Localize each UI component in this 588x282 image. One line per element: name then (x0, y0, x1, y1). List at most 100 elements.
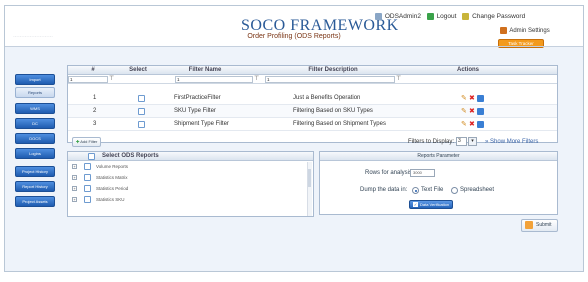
copy-icon[interactable] (477, 108, 484, 115)
expand-icon: » (485, 139, 489, 145)
delete-icon[interactable]: ✖ (469, 121, 475, 128)
row-filter-name: Shipment Type Filter (174, 121, 229, 127)
report-label: Statistics Period (96, 186, 129, 191)
report-checkbox[interactable] (84, 163, 91, 170)
delete-icon[interactable]: ✖ (469, 95, 475, 102)
filter-name-input[interactable]: 1 (175, 76, 253, 83)
sidebar-item-project-history[interactable]: Project History (15, 166, 55, 177)
filter-icon[interactable]: ⊤ (396, 75, 401, 82)
row-number: 3 (93, 121, 97, 127)
delete-icon[interactable]: ✖ (469, 108, 475, 115)
report-checkbox[interactable] (84, 174, 91, 181)
row-select-checkbox[interactable] (138, 108, 145, 115)
expand-toggle-icon[interactable]: + (72, 164, 77, 169)
rows-for-analysis-label: Rows for analysis: (365, 170, 414, 176)
table-row[interactable]: 2 SKU Type Filter Filtering Based on SKU… (68, 105, 557, 118)
edit-icon[interactable]: ✎ (461, 121, 467, 128)
filter-icon[interactable]: ⊤ (254, 75, 259, 82)
filter-grid: # Select Filter Name Filter Description … (67, 65, 558, 143)
filters-count-select[interactable]: 3 (456, 137, 467, 146)
sidebar-item-project-assets[interactable]: Project Assets (15, 196, 55, 207)
text-file-radio[interactable] (412, 187, 419, 194)
parameter-header: Reports Parameter (320, 152, 557, 161)
filter-icon[interactable]: ⊤ (109, 75, 114, 82)
filter-description-input[interactable]: 1 (265, 76, 395, 83)
data-verification-button[interactable]: ✓ Data Verification (409, 200, 454, 209)
logout-link[interactable]: Logout (437, 13, 457, 20)
grid-header-row: # Select Filter Name Filter Description … (68, 66, 557, 75)
row-select-checkbox[interactable] (138, 121, 145, 128)
app-window: SOCO FRAMEWORK …………………… Order Profiling … (4, 5, 584, 272)
top-user-bar: ODSAdmin2 Logout Change Password (375, 13, 525, 20)
row-filter-name: SKU Type Filter (174, 108, 216, 114)
table-row[interactable]: 1 FirstPracticeFilter Just a Benefits Op… (68, 92, 557, 105)
row-filter-description: Filtering Based on SKU Types (293, 108, 373, 114)
list-item[interactable]: + Statistics SKU (68, 195, 313, 205)
copy-icon[interactable] (477, 95, 484, 102)
row-filter-name: FirstPracticeFilter (174, 95, 221, 101)
edit-icon[interactable]: ✎ (461, 95, 467, 102)
list-item[interactable]: + Volume Reports (68, 162, 313, 172)
key-icon (462, 13, 470, 20)
chevron-down-icon[interactable]: ▾ (468, 137, 477, 146)
settings-icon (500, 27, 507, 34)
reports-header-label: Select ODS Reports (102, 153, 159, 159)
filters-to-display-label: Filters to Display: (408, 139, 455, 145)
add-filter-button[interactable]: ✚ Add Filter (72, 137, 102, 147)
header-divider (5, 46, 583, 47)
col-number: # (91, 67, 95, 73)
col-actions: Actions (456, 67, 479, 73)
reports-parameter-panel: Reports Parameter Rows for analysis: 300… (319, 151, 558, 215)
copy-icon[interactable] (477, 121, 484, 128)
expand-toggle-icon[interactable]: + (72, 175, 77, 180)
logout-icon (426, 13, 434, 20)
row-select-checkbox[interactable] (138, 95, 145, 102)
list-item[interactable]: + Statistics Matrix (68, 173, 313, 183)
submit-button[interactable]: Submit (521, 219, 558, 232)
row-filter-description: Just a Benefits Operation (293, 95, 361, 101)
grid-filter-row: 1 ⊤ 1 ⊤ 1 ⊤ (68, 75, 557, 84)
admin-settings[interactable]: Admin Settings (500, 27, 550, 34)
report-checkbox[interactable] (84, 185, 91, 192)
select-all-checkbox[interactable] (88, 153, 95, 160)
plus-icon: ✚ (76, 139, 80, 144)
sidebar-item-dc[interactable]: DC (15, 118, 55, 129)
change-password-link[interactable]: Change Password (472, 13, 525, 20)
filter-number-input[interactable]: 1 (68, 76, 108, 83)
reports-scroll-thumb[interactable] (308, 169, 311, 187)
sidebar-item-report-history[interactable]: Report History (15, 181, 55, 192)
spreadsheet-radio[interactable] (451, 187, 458, 194)
sidebar-item-wms[interactable]: WMS (15, 103, 55, 114)
sidebar-item-docs[interactable]: DOCS (15, 133, 55, 144)
col-filter-name: Filter Name (188, 67, 222, 73)
rows-for-analysis-input[interactable]: 3000 (410, 169, 435, 177)
col-select: Select (129, 67, 147, 73)
row-number: 1 (93, 95, 97, 101)
edit-icon[interactable]: ✎ (461, 108, 467, 115)
check-icon: ✓ (413, 202, 418, 208)
expand-toggle-icon[interactable]: + (72, 197, 77, 202)
report-label: Statistics SKU (96, 197, 125, 202)
admin-settings-link[interactable]: Admin Settings (509, 28, 549, 34)
header: SOCO FRAMEWORK …………………… Order Profiling … (5, 6, 583, 48)
reports-header: Select ODS Reports (68, 152, 313, 161)
show-more-filters-link[interactable]: » Show More Filters (485, 139, 538, 145)
user-icon (375, 13, 382, 20)
report-label: Statistics Matrix (96, 175, 128, 180)
row-filter-description: Filtering Based on Shipment Types (293, 121, 386, 127)
expand-toggle-icon[interactable]: + (72, 186, 77, 191)
row-number: 2 (93, 108, 97, 114)
page-title: Order Profiling (ODS Reports) (247, 33, 341, 40)
table-row[interactable]: 3 Shipment Type Filter Filtering Based o… (68, 118, 557, 131)
spreadsheet-label: Spreadsheet (460, 187, 495, 193)
dump-data-label: Dump the data in: (360, 187, 408, 193)
report-checkbox[interactable] (84, 196, 91, 203)
sidebar-item-import[interactable]: Import (15, 74, 55, 85)
col-filter-description: Filter Description (308, 67, 358, 73)
report-label: Volume Reports (96, 164, 129, 169)
sidebar-item-reports[interactable]: Reports (15, 87, 55, 98)
list-item[interactable]: + Statistics Period (68, 184, 313, 194)
text-file-label: Text File (421, 187, 444, 193)
sidebar-item-logins[interactable]: Logins (15, 148, 55, 159)
username: ODSAdmin2 (384, 13, 421, 20)
